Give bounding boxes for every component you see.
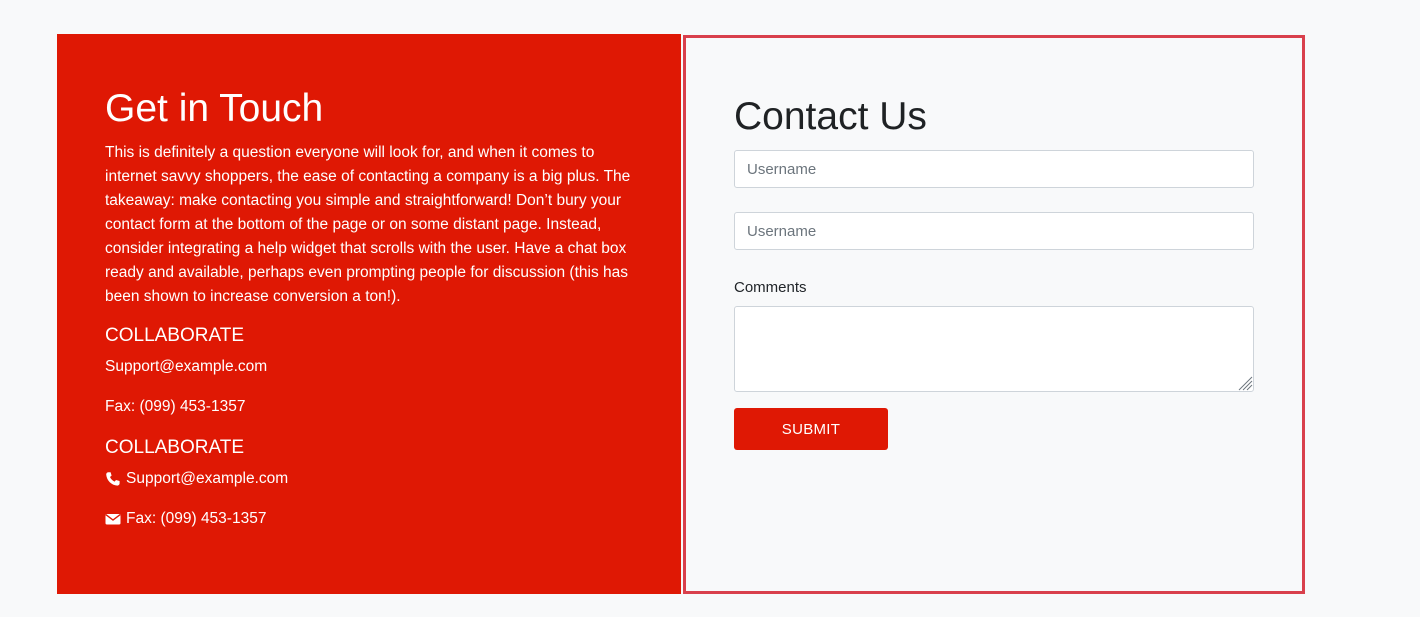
comments-textarea[interactable] — [734, 306, 1254, 392]
resize-grip-icon[interactable] — [1237, 375, 1253, 391]
contact-us-title: Contact Us — [734, 95, 927, 138]
get-in-touch-title: Get in Touch — [105, 87, 324, 130]
fax-number-1: Fax: (099) 453-1357 — [105, 396, 245, 418]
envelope-icon — [105, 511, 121, 527]
contact-form-panel: Contact Us Comments SUBMIT — [683, 35, 1305, 594]
get-in-touch-panel: Get in Touch This is definitely a questi… — [57, 34, 681, 594]
comments-label: Comments — [734, 279, 807, 296]
username-input-2[interactable] — [734, 212, 1254, 250]
submit-button[interactable]: SUBMIT — [734, 408, 888, 450]
support-email-text-2: Support@example.com — [126, 470, 289, 487]
support-email-text-1: Support@example.com — [105, 358, 268, 375]
phone-icon — [105, 471, 121, 487]
get-in-touch-description: This is definitely a question everyone w… — [105, 144, 631, 305]
fax-number-2: Fax: (099) 453-1357 — [105, 508, 266, 530]
fax-number-text-2: Fax: (099) 453-1357 — [126, 510, 267, 527]
support-email-1: Support@example.com — [105, 356, 267, 378]
username-input-1[interactable] — [734, 150, 1254, 188]
collaborate-heading-2: COLLABORATE — [105, 437, 245, 458]
collaborate-heading-1: COLLABORATE — [105, 325, 245, 346]
support-email-2: Support@example.com — [105, 468, 288, 490]
fax-number-text-1: Fax: (099) 453-1357 — [105, 398, 246, 415]
